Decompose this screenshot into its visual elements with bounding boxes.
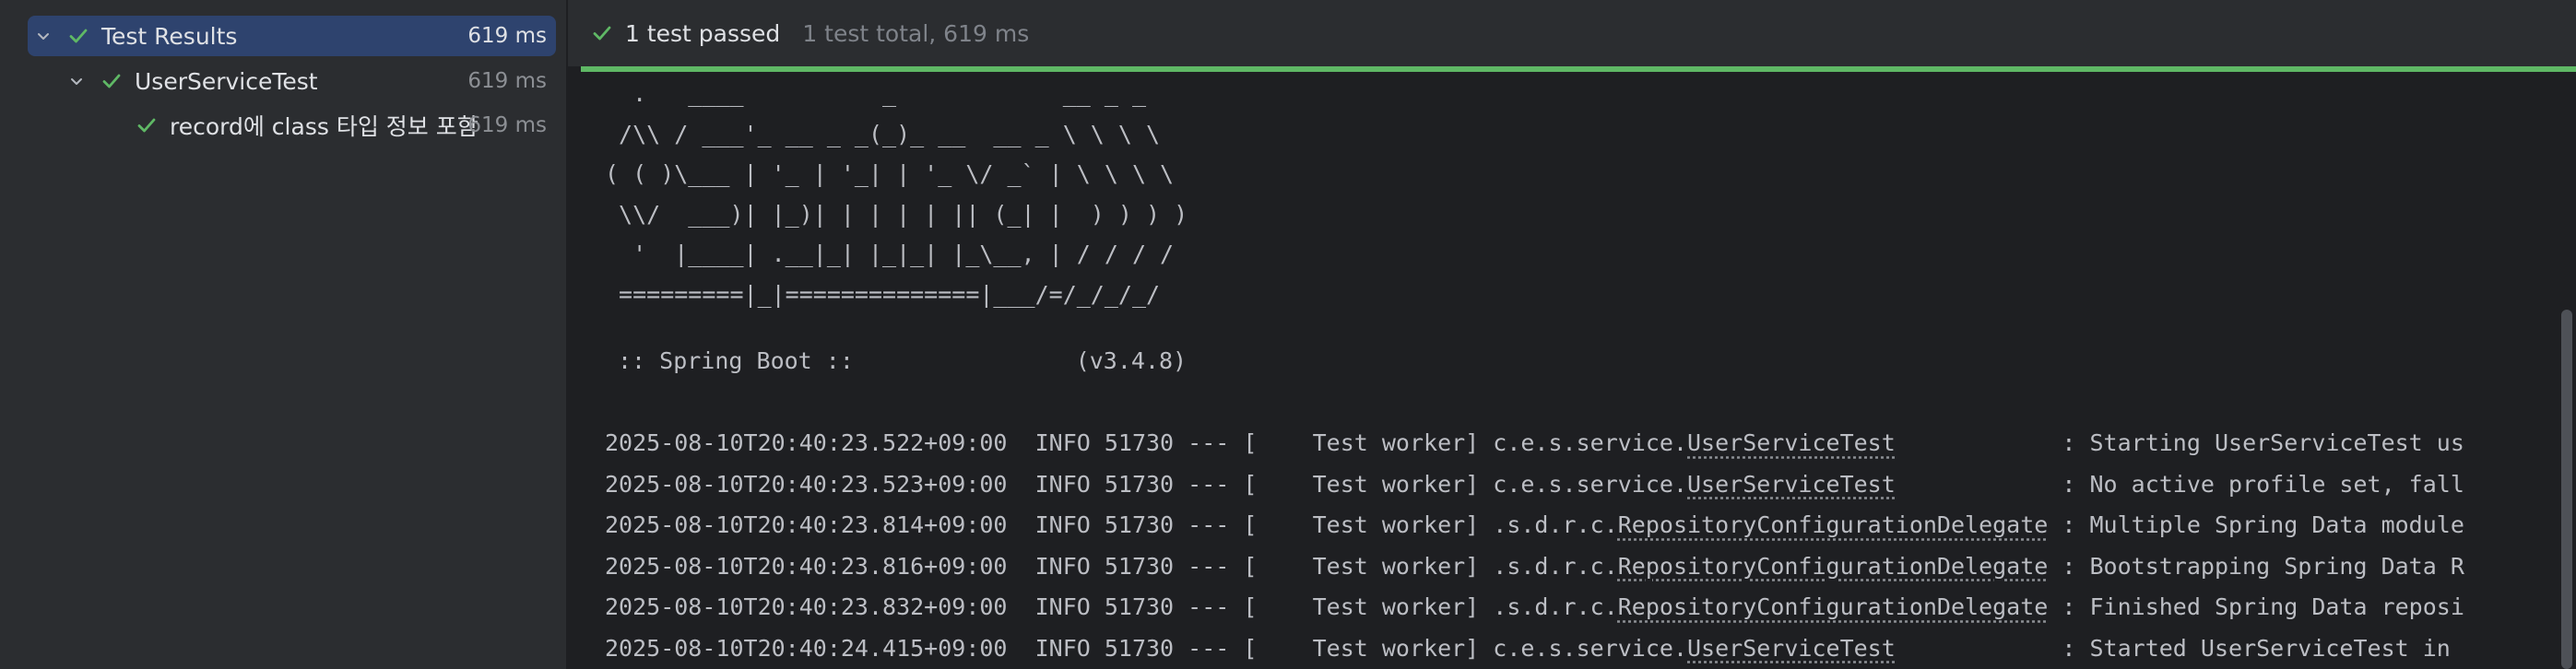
- log-message: : Started UserServiceTest in: [1895, 634, 2464, 662]
- tree-item-duration: 619 ms: [467, 69, 547, 93]
- scrollbar-thumb[interactable]: [2561, 310, 2572, 669]
- tree-item-test-method[interactable]: record에 class 타입 정보 포함 619 ms: [28, 105, 556, 146]
- log-message: : No active profile set, fall: [1895, 470, 2464, 498]
- banner-line: =========|_|==============|___/=/_/_/_/: [605, 280, 1161, 308]
- check-icon: [135, 113, 159, 137]
- log-line: 2025-08-10T20:40:23.816+09:00 INFO 51730…: [605, 546, 2464, 588]
- log-message: : Starting UserServiceTest us: [1895, 429, 2464, 456]
- log-line: 2025-08-10T20:40:23.523+09:00 INFO 51730…: [605, 464, 2464, 506]
- tree-item-userservicetest[interactable]: UserServiceTest 619 ms: [28, 61, 556, 101]
- console-output[interactable]: . ____ _ __ _ _ /\\ / ___'_ __ _ _(_)_ _…: [568, 74, 2556, 669]
- chevron-down-icon[interactable]: [66, 71, 87, 91]
- tests-passed-text: 1 test passed: [625, 19, 781, 47]
- log-class-link[interactable]: RepositoryConfigurationDelegate: [1618, 553, 2049, 580]
- tree-item-test-results[interactable]: Test Results 619 ms: [28, 16, 556, 56]
- log-prefix: 2025-08-10T20:40:23.522+09:00 INFO 51730…: [605, 429, 1687, 456]
- console-scrollbar[interactable]: [2556, 74, 2576, 669]
- check-icon: [590, 21, 614, 45]
- tests-total-text: 1 test total, 619 ms: [802, 19, 1030, 47]
- log-message: : Multiple Spring Data module: [2048, 511, 2464, 538]
- log-line: 2025-08-10T20:40:23.832+09:00 INFO 51730…: [605, 587, 2464, 628]
- banner-line: \\/ ___)| |_)| | | | | || (_| | ) ) ) ): [605, 200, 1188, 228]
- log-class-link[interactable]: RepositoryConfigurationDelegate: [1618, 593, 2049, 620]
- spring-banner: . ____ _ __ _ _ /\\ / ___'_ __ _ _(_)_ _…: [605, 74, 1188, 314]
- tree-item-label: Test Results: [101, 22, 238, 50]
- chevron-down-icon[interactable]: [33, 26, 53, 46]
- test-progress-bar: [581, 66, 2576, 72]
- check-icon: [100, 69, 124, 93]
- tree-item-label: UserServiceTest: [135, 67, 318, 95]
- log-prefix: 2025-08-10T20:40:23.523+09:00 INFO 51730…: [605, 470, 1687, 498]
- log-prefix: 2025-08-10T20:40:24.415+09:00 INFO 51730…: [605, 634, 1687, 662]
- log-message: : Bootstrapping Spring Data R: [2048, 552, 2464, 580]
- log-class-link[interactable]: UserServiceTest: [1687, 635, 1896, 662]
- log-class-link[interactable]: UserServiceTest: [1687, 471, 1896, 498]
- console-panel: 1 test passed 1 test total, 619 ms . ___…: [568, 0, 2576, 669]
- log-line: 2025-08-10T20:40:24.415+09:00 INFO 51730…: [605, 628, 2464, 669]
- test-status-bar: 1 test passed 1 test total, 619 ms: [568, 0, 2576, 66]
- log-lines: 2025-08-10T20:40:23.522+09:00 INFO 51730…: [605, 423, 2464, 669]
- banner-line: . ____ _ __ _ _: [605, 80, 1146, 107]
- tree-item-duration: 619 ms: [467, 24, 547, 48]
- test-tree-panel: Test Results 619 ms UserServiceTest 619 …: [0, 0, 568, 669]
- tree-item-duration: 619 ms: [467, 113, 547, 137]
- test-progress-fill: [581, 66, 2576, 72]
- log-prefix: 2025-08-10T20:40:23.832+09:00 INFO 51730…: [605, 593, 1618, 620]
- log-class-link[interactable]: UserServiceTest: [1687, 429, 1896, 456]
- banner-line: ( ( )\___ | '_ | '_| | '_ \/ _` | \ \ \ …: [605, 160, 1175, 187]
- tree-item-label: record에 class 타입 정보 포함: [170, 113, 479, 140]
- log-class-link[interactable]: RepositoryConfigurationDelegate: [1618, 511, 2049, 538]
- banner-line: /\\ / ___'_ __ _ _(_)_ __ __ _ \ \ \ \: [605, 120, 1161, 147]
- log-prefix: 2025-08-10T20:40:23.816+09:00 INFO 51730…: [605, 552, 1618, 580]
- check-icon: [66, 24, 90, 48]
- log-message: : Finished Spring Data reposi: [2048, 593, 2464, 620]
- banner-line: ' |____| .__|_| |_|_| |_\__, | / / / /: [605, 241, 1175, 267]
- log-line: 2025-08-10T20:40:23.814+09:00 INFO 51730…: [605, 505, 2464, 546]
- log-prefix: 2025-08-10T20:40:23.814+09:00 INFO 51730…: [605, 511, 1618, 538]
- spring-boot-version-line: :: Spring Boot :: (v3.4.8): [618, 347, 1188, 374]
- log-line: 2025-08-10T20:40:23.522+09:00 INFO 51730…: [605, 423, 2464, 464]
